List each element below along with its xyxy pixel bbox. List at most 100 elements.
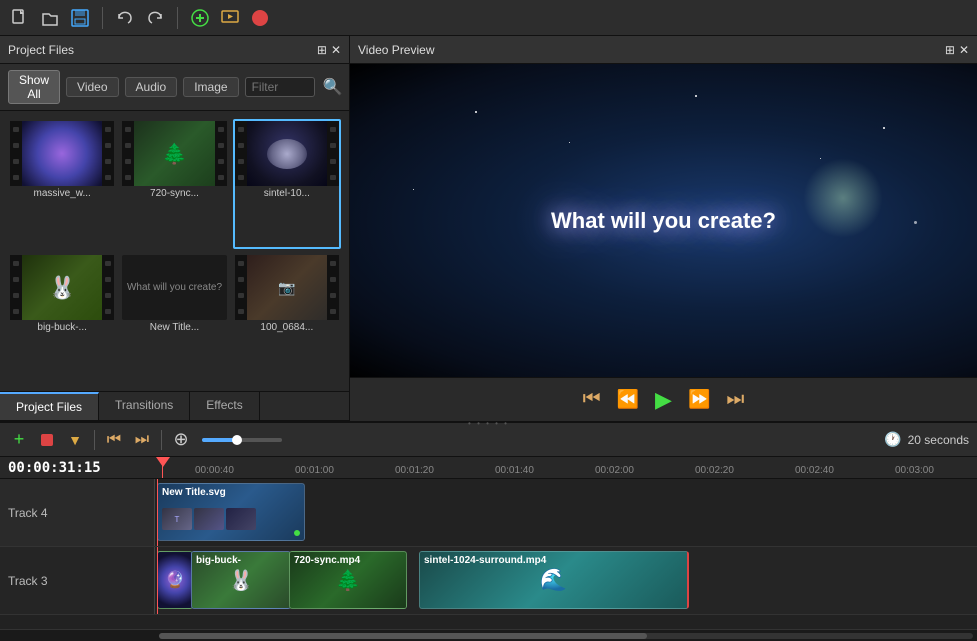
time-indicator-line [162, 457, 163, 478]
tab-transitions[interactable]: Transitions [99, 392, 190, 420]
track-3-content[interactable]: 🔮 big-buck- 🐰 720-sync.mp4 🌲 [155, 547, 977, 614]
clip-720sync-label: 720-sync.mp4 [294, 555, 360, 566]
duration-label: 20 seconds [908, 433, 969, 447]
bottom-tabs: Project Files Transitions Effects [0, 391, 349, 421]
star-7 [914, 221, 917, 224]
clip-frame3 [226, 508, 256, 530]
clip-m-visual: 🔮 [158, 552, 192, 608]
preview-controls-header: ⊞ ✕ [945, 43, 969, 57]
duration-display: 🕐 20 seconds [884, 431, 969, 448]
add-media-icon[interactable] [188, 6, 212, 30]
preview-text: What will you create? [551, 208, 776, 234]
media-item-newtitle[interactable]: What will you create? New Title... [120, 253, 228, 383]
clip-newtitle-inner: New Title.svg T [158, 484, 304, 540]
track-4-row: Track 4 New Title.svg T [0, 479, 977, 547]
filter-audio-button[interactable]: Audio [125, 77, 178, 97]
new-icon[interactable] [8, 6, 32, 30]
track3-playhead [157, 547, 158, 614]
add-track-button[interactable]: + [8, 429, 30, 451]
track-4-content[interactable]: New Title.svg T [155, 479, 977, 546]
close-project-icon[interactable]: ✕ [331, 43, 341, 57]
media-label-720sync: 720-sync... [122, 186, 226, 201]
zoom-slider[interactable] [202, 438, 282, 442]
track-4-label: Track 4 [0, 479, 155, 546]
playhead-triangle [156, 457, 170, 467]
project-files-title: Project Files [8, 43, 74, 57]
separator [177, 7, 178, 29]
time-mark-100: 00:01:00 [295, 465, 334, 476]
time-mark-240: 00:02:40 [795, 465, 834, 476]
goto-start-button[interactable]: ⏮ [103, 429, 125, 451]
clip-720sync-inner: 720-sync.mp4 🌲 [290, 552, 406, 608]
clip-frame2 [194, 508, 224, 530]
time-mark-40: 00:00:40 [195, 465, 234, 476]
filter-video-button[interactable]: Video [66, 77, 118, 97]
export-icon[interactable] [218, 6, 242, 30]
clock-icon: 🕐 [884, 431, 901, 448]
timeline-scrollbar [0, 629, 977, 641]
redo-icon[interactable] [143, 6, 167, 30]
filter-image-button[interactable]: Image [183, 77, 238, 97]
preview-title: Video Preview [358, 43, 435, 57]
media-item-massive[interactable]: massive_w... [8, 119, 116, 249]
video-preview-area: What will you create? [350, 64, 977, 377]
clip-720sync-track[interactable]: 720-sync.mp4 🌲 [289, 551, 407, 609]
close-preview-icon[interactable]: ✕ [959, 43, 969, 57]
media-item-720sync[interactable]: 🌲 720-sync... [120, 119, 228, 249]
right-panel: Video Preview ⊞ ✕ What will you create? … [350, 36, 977, 421]
clip-frame: T [162, 508, 192, 530]
tab-project-files[interactable]: Project Files [0, 392, 99, 420]
arrow-down-button[interactable]: ▼ [64, 429, 86, 451]
clip-sintel-track[interactable]: sintel-1024-surround.mp4 🌊 [419, 551, 689, 609]
filter-all-button[interactable]: Show All [8, 70, 60, 104]
project-files-header: Project Files ⊞ ✕ [0, 36, 349, 64]
media-label-massive: massive_w... [10, 186, 114, 201]
clip-newtitle-label: New Title.svg [162, 487, 226, 498]
track-3-name: Track 3 [8, 574, 48, 588]
track4-playhead [157, 479, 158, 546]
center-playhead-button[interactable]: ⊕ [170, 429, 192, 451]
play-button[interactable]: ▶ [655, 387, 672, 413]
tab-effects[interactable]: Effects [190, 392, 259, 420]
zoom-slider-container [202, 438, 282, 442]
media-item-sintel[interactable]: sintel-10... [233, 119, 341, 249]
filter-bar: Show All Video Audio Image 🔍 [0, 64, 349, 111]
undo-icon[interactable] [113, 6, 137, 30]
current-time-display: 00:00:31:15 [8, 460, 101, 476]
timeline-section: • • • • • + ▼ ⏮ ⏭ ⊕ 🕐 20 seconds 00:00:3… [0, 421, 977, 641]
float-icon[interactable]: ⊞ [317, 43, 327, 57]
goto-end-button[interactable]: ⏭ [131, 429, 153, 451]
save-icon[interactable] [68, 6, 92, 30]
left-panel: Project Files ⊞ ✕ Show All Video Audio I… [0, 36, 350, 421]
main-area: Project Files ⊞ ✕ Show All Video Audio I… [0, 36, 977, 421]
clip-bigbuck-label: big-buck- [196, 555, 241, 566]
clip-bigbuck-track[interactable]: big-buck- 🐰 [191, 551, 291, 609]
clip-newtitle[interactable]: New Title.svg T [157, 483, 305, 541]
time-mark-120: 00:01:20 [395, 465, 434, 476]
timeline-resize-handle[interactable]: • • • • • [0, 419, 977, 427]
time-mark-200: 00:02:00 [595, 465, 634, 476]
scroll-track[interactable] [159, 633, 973, 639]
forward-end-button[interactable]: ⏭ [726, 388, 744, 411]
clip-m-inner: 🔮 [158, 552, 192, 608]
timeline-toolbar: + ▼ ⏮ ⏭ ⊕ 🕐 20 seconds [0, 423, 977, 457]
timeline-ruler[interactable]: 00:00:31:15 00:00:40 00:01:00 00:01:20 0… [0, 457, 977, 479]
open-icon[interactable] [38, 6, 62, 30]
separator [102, 7, 103, 29]
filter-input[interactable] [245, 77, 315, 97]
filter-clear-icon[interactable]: 🔍 [323, 77, 343, 97]
scroll-thumb[interactable] [159, 633, 647, 639]
remove-track-button[interactable] [36, 429, 58, 451]
star-5 [883, 127, 885, 129]
float-preview-icon[interactable]: ⊞ [945, 43, 955, 57]
fast-forward-button[interactable]: ⏩ [688, 389, 710, 410]
rewind-start-button[interactable]: ⏮ [583, 388, 601, 411]
media-label-bigbuck: big-buck-... [10, 320, 114, 335]
media-item-bigbuck[interactable]: 🐰 big-buck-... [8, 253, 116, 383]
rewind-button[interactable]: ⏪ [617, 389, 639, 410]
media-item-100[interactable]: 📷 100_0684... [233, 253, 341, 383]
render-icon[interactable] [248, 6, 272, 30]
time-mark-220: 00:02:20 [695, 465, 734, 476]
clip-end-marker [294, 530, 300, 536]
clip-m[interactable]: 🔮 [157, 551, 193, 609]
